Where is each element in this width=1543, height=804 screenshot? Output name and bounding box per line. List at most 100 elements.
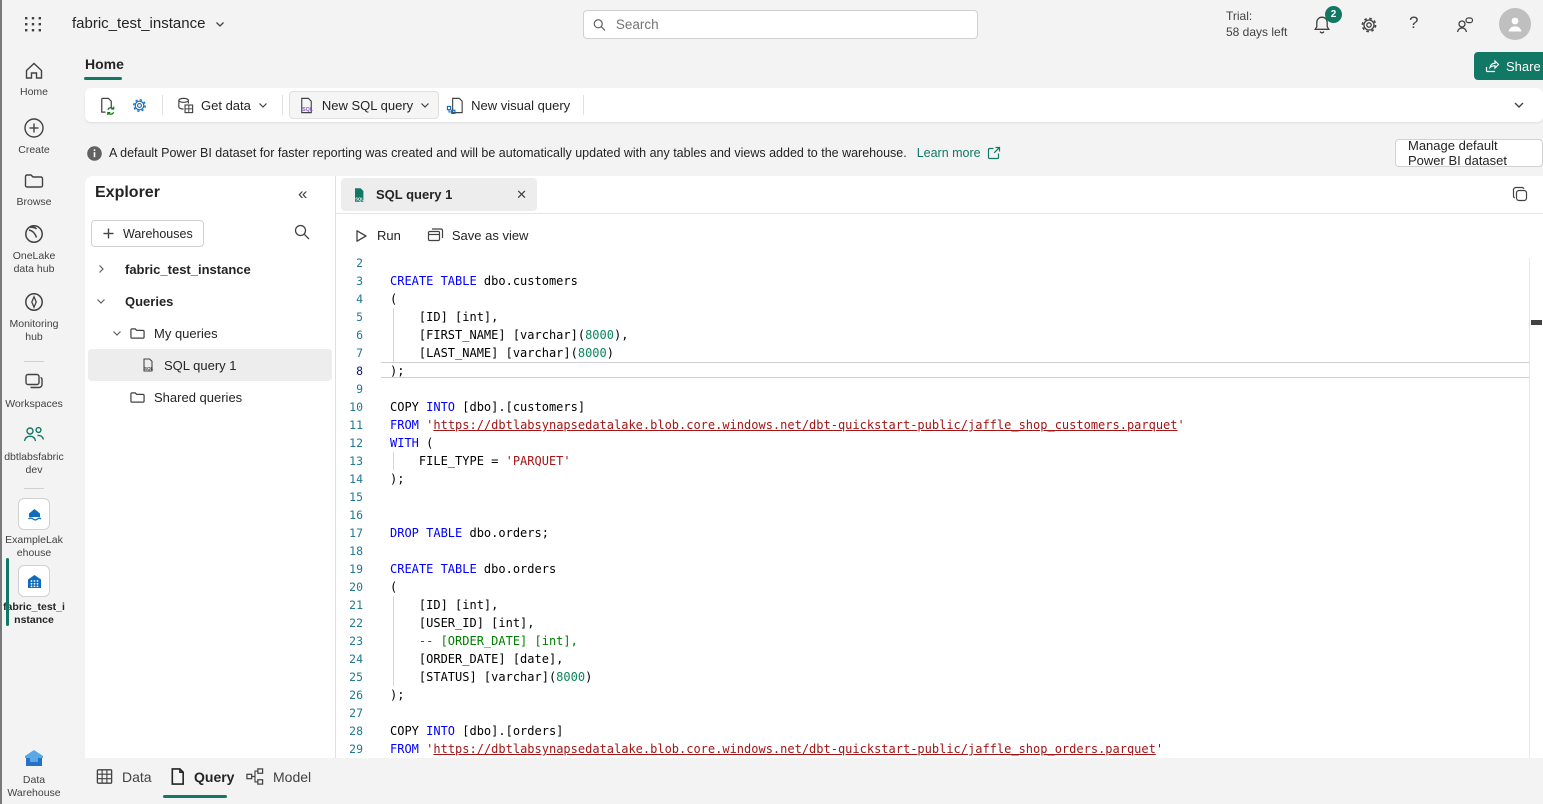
warehouses-button[interactable]: Warehouses	[91, 220, 204, 247]
explorer-title: Explorer	[95, 184, 160, 202]
app-launcher-icon[interactable]	[22, 13, 44, 35]
code-text: [STATUS] [varchar](8000)	[390, 670, 592, 684]
rail-item-browse[interactable]: Browse	[3, 170, 65, 209]
refresh-document-icon	[97, 96, 116, 115]
editor-line[interactable]: 9	[336, 380, 1530, 398]
tree-item-label: Queries	[125, 294, 173, 309]
chevron-right-icon[interactable]	[95, 263, 107, 275]
new-visual-query-button[interactable]: New visual query	[439, 92, 577, 118]
view-tab-data[interactable]: Data	[95, 767, 152, 786]
editor-line[interactable]: 13 FILE_TYPE = 'PARQUET'	[336, 452, 1530, 470]
tree-item-shared-queries[interactable]: Shared queries	[88, 381, 332, 413]
editor-line[interactable]: 20(	[336, 578, 1530, 596]
search-input[interactable]	[614, 16, 969, 33]
query-tab-sql-query-1[interactable]: SQL SQL query 1 ✕	[341, 178, 537, 211]
toolbar-expand-chevron-icon[interactable]	[1511, 97, 1527, 113]
tree-item-root[interactable]: fabric_test_instance	[88, 253, 332, 285]
editor-line[interactable]: 24 [ORDER_DATE] [date],	[336, 650, 1530, 668]
save-as-view-button[interactable]: Save as view	[427, 227, 529, 244]
workspace-switcher[interactable]: fabric_test_instance	[72, 15, 226, 32]
editor-line[interactable]: 23 -- [ORDER_DATE] [int],	[336, 632, 1530, 650]
rail-item-dbtlabsfabricdev[interactable]: dbtlabsfabricdev	[3, 423, 65, 477]
folder-icon	[23, 170, 45, 192]
editor-line[interactable]: 10COPY INTO [dbo].[customers]	[336, 398, 1530, 416]
global-search[interactable]	[583, 10, 978, 39]
code-text: DROP TABLE dbo.orders;	[390, 526, 549, 540]
tree-item-my-queries[interactable]: My queries	[88, 317, 332, 349]
get-data-button[interactable]: Get data	[169, 92, 276, 118]
indent-guide	[393, 668, 394, 686]
new-sql-query-button[interactable]: SQL New SQL query	[289, 91, 439, 119]
editor-line[interactable]: 22 [USER_ID] [int],	[336, 614, 1530, 632]
view-tab-query[interactable]: Query	[169, 767, 234, 786]
rail-item-home[interactable]: Home	[3, 60, 65, 99]
editor-line[interactable]: 25 [STATUS] [varchar](8000)	[336, 668, 1530, 686]
help-icon[interactable]: ?	[1409, 13, 1418, 33]
editor-line[interactable]: 6 [FIRST_NAME] [varchar](8000),	[336, 326, 1530, 344]
scrollbar-cursor-mark	[1531, 320, 1542, 325]
tree-item-sql-query-1[interactable]: SQL SQL query 1	[88, 349, 332, 381]
refresh-button[interactable]	[90, 92, 123, 118]
line-number: 25	[336, 668, 381, 686]
sql-file-icon: SQL	[140, 357, 156, 373]
editor-line[interactable]: 7 [LAST_NAME] [varchar](8000)	[336, 344, 1530, 362]
editor-line[interactable]: 19CREATE TABLE dbo.orders	[336, 560, 1530, 578]
line-number: 12	[336, 434, 381, 452]
settings-gear-icon[interactable]	[1358, 14, 1380, 36]
editor-line[interactable]: 8);	[336, 362, 1530, 380]
manage-dataset-button[interactable]: Manage default Power BI dataset	[1395, 139, 1543, 167]
query-settings-button[interactable]	[123, 92, 156, 118]
visual-query-document-icon	[446, 96, 465, 115]
editor-line[interactable]: 12 WITH (	[336, 434, 1530, 452]
code-text: );	[390, 688, 404, 702]
copy-icon[interactable]	[1512, 186, 1529, 203]
code-text: FROM 'https://dbtlabsynapsedatalake.blob…	[390, 418, 1185, 432]
line-number: 18	[336, 542, 381, 560]
editor-scrollbar[interactable]	[1529, 258, 1543, 758]
code-text: WITH (	[390, 436, 433, 450]
editor-line[interactable]: 21 [ID] [int],	[336, 596, 1530, 614]
editor-line[interactable]: 4(	[336, 290, 1530, 308]
rail-item-monitoring-hub[interactable]: Monitoring hub	[3, 290, 65, 344]
editor-line[interactable]: 11FROM 'https://dbtlabsynapsedatalake.bl…	[336, 416, 1530, 434]
view-tab-model[interactable]: Model	[245, 767, 311, 786]
run-button[interactable]: Run	[353, 228, 401, 244]
sql-code-editor[interactable]: 23CREATE TABLE dbo.customers4(5 [ID] [in…	[336, 258, 1543, 758]
rail-item-data-warehouse[interactable]: Data Warehouse	[3, 746, 65, 800]
editor-line[interactable]: 27	[336, 704, 1530, 722]
line-number: 19	[336, 560, 381, 578]
editor-line[interactable]: 14);	[336, 470, 1530, 488]
editor-line[interactable]: 16	[336, 506, 1530, 524]
main-content: Explorer « Warehouses fabric_test_instan…	[85, 176, 1543, 758]
share-button[interactable]: Share	[1474, 52, 1543, 80]
rail-item-onelake-data-hub[interactable]: OneLake data hub	[3, 222, 65, 276]
editor-line[interactable]: 29FROM 'https://dbtlabsynapsedatalake.bl…	[336, 740, 1530, 758]
ribbon-tab-home[interactable]: Home	[85, 56, 124, 72]
line-number: 2	[336, 258, 381, 272]
data-warehouse-icon	[21, 746, 47, 770]
query-document-icon	[169, 767, 186, 786]
editor-line[interactable]: 3CREATE TABLE dbo.customers	[336, 272, 1530, 290]
editor-line[interactable]: 26);	[336, 686, 1530, 704]
explorer-search-icon[interactable]	[293, 223, 311, 241]
editor-line[interactable]: 18	[336, 542, 1530, 560]
rail-item-workspaces[interactable]: Workspaces	[3, 370, 65, 411]
editor-line[interactable]: 17DROP TABLE dbo.orders;	[336, 524, 1530, 542]
data-grid-icon	[95, 767, 114, 786]
rail-item-create[interactable]: Create	[3, 116, 65, 157]
tab-close-icon[interactable]: ✕	[516, 187, 527, 203]
editor-line[interactable]: 28COPY INTO [dbo].[orders]	[336, 722, 1530, 740]
editor-line[interactable]: 15	[336, 488, 1530, 506]
collapse-panel-icon[interactable]: «	[298, 184, 307, 204]
chevron-down-icon[interactable]	[95, 295, 107, 307]
rail-item-fabric-test-instance[interactable]: fabric_test_instance	[3, 565, 65, 627]
editor-line[interactable]: 5 [ID] [int],	[336, 308, 1530, 326]
editor-line[interactable]: 2	[336, 258, 1530, 272]
user-avatar[interactable]	[1499, 8, 1531, 40]
chevron-down-icon[interactable]	[111, 327, 123, 339]
learn-more-link[interactable]: Learn more	[917, 146, 981, 160]
rail-item-examplelakehouse[interactable]: ExampleLakehouse	[3, 498, 65, 560]
tree-item-queries[interactable]: Queries	[88, 285, 332, 317]
trial-status[interactable]: Trial: 58 days left	[1226, 8, 1287, 40]
feedback-icon[interactable]	[1453, 14, 1475, 36]
